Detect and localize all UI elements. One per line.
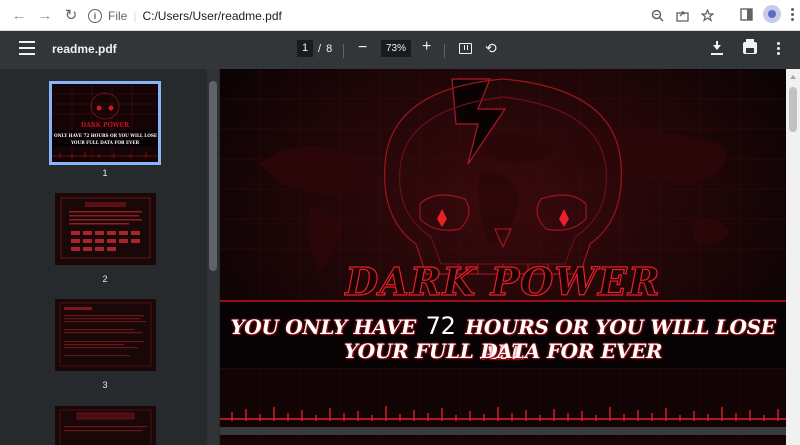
pdf-page-1: DARK POWER YOU ONLY HAVE 72 HOURS OR YOU… — [220, 69, 786, 445]
magnifier-icon[interactable] — [651, 9, 664, 22]
brand-title: DARK POWER — [345, 258, 661, 304]
pdf-viewer: DARK POWER YOU ONLY HAVE 72 HOURS OR YOU… — [220, 69, 800, 445]
thumbnail-4-image — [55, 406, 156, 445]
pdf-toolbar: readme.pdf 1 / 8 − 73% + ⟲ — [0, 31, 800, 69]
download-icon[interactable] — [711, 41, 723, 55]
svg-text:DARK POWER: DARK POWER — [81, 122, 130, 129]
scroll-up-arrow-icon[interactable] — [790, 72, 796, 79]
page-artwork — [220, 69, 786, 445]
thumbnail-label-1: 1 — [102, 168, 108, 178]
svg-text:YOU ONLY HAVE 72 HOURS OR YOU: YOU ONLY HAVE 72 HOURS OR YOU WILL LOSE … — [52, 133, 158, 138]
print-icon[interactable] — [743, 39, 757, 54]
side-panel-icon[interactable] — [740, 7, 753, 21]
fit-page-icon[interactable] — [459, 43, 472, 54]
page-thumbnail-3[interactable] — [55, 299, 156, 371]
avatar-icon[interactable] — [763, 5, 781, 23]
star-icon[interactable] — [701, 9, 714, 22]
hamburger-icon[interactable] — [19, 41, 35, 55]
hours-count: 72 — [425, 312, 456, 340]
sidebar-scrollbar-thumb[interactable] — [209, 81, 217, 271]
info-icon[interactable]: i — [88, 8, 102, 23]
browser-toolbar: ← → ↻ i File | C:/Users/User/readme.pdf — [0, 0, 800, 31]
address-bar[interactable]: i File | C:/Users/User/readme.pdf — [78, 4, 718, 27]
url-separator: | — [133, 8, 137, 23]
thumbnail-sidebar: DARK POWER YOU ONLY HAVE 72 HOURS OR YOU… — [0, 69, 220, 445]
page-thumbnail-1[interactable]: DARK POWER YOU ONLY HAVE 72 HOURS OR YOU… — [49, 81, 161, 165]
back-button[interactable]: ← — [8, 4, 30, 26]
page-number-input[interactable]: 1 — [297, 40, 313, 57]
rotate-icon[interactable]: ⟲ — [485, 40, 497, 57]
url-text[interactable]: C:/Users/User/readme.pdf — [142, 9, 281, 23]
thumbnail-2-image — [55, 193, 156, 265]
page-selector: 1 / 8 — [297, 40, 332, 57]
zoom-in-button[interactable]: + — [422, 38, 431, 56]
thumbnail-label-2: 2 — [102, 274, 108, 284]
thumbnail-1-image: DARK POWER YOU ONLY HAVE 72 HOURS OR YOU… — [52, 84, 158, 162]
browser-menu-icon[interactable] — [791, 7, 794, 21]
toolbar-divider — [444, 44, 445, 58]
zoom-out-button[interactable]: − — [358, 39, 367, 57]
page-total: 8 — [326, 42, 333, 55]
url-scheme: File — [108, 8, 128, 23]
thumbnail-3-image — [55, 299, 156, 371]
thumbnail-label-3: 3 — [102, 380, 108, 390]
zoom-level-input[interactable]: 73% — [381, 40, 411, 57]
viewer-scrollbar-thumb[interactable] — [789, 87, 797, 132]
page-thumbnail-2[interactable] — [55, 193, 156, 265]
page-thumbnail-4[interactable] — [55, 406, 156, 445]
document-title: readme.pdf — [52, 42, 117, 56]
ransom-message-line-2: YOUR FULL DATA FOR EVER — [343, 339, 663, 363]
toolbar-divider — [343, 44, 344, 58]
message-before-hours: YOU ONLY HAVE — [230, 315, 416, 339]
page-separator: / — [318, 42, 322, 55]
more-actions-icon[interactable] — [777, 41, 780, 55]
svg-text:YOUR FULL DATA FOR EVER: YOUR FULL DATA FOR EVER — [70, 140, 140, 145]
share-icon[interactable] — [676, 9, 689, 22]
forward-button[interactable]: → — [34, 4, 56, 26]
